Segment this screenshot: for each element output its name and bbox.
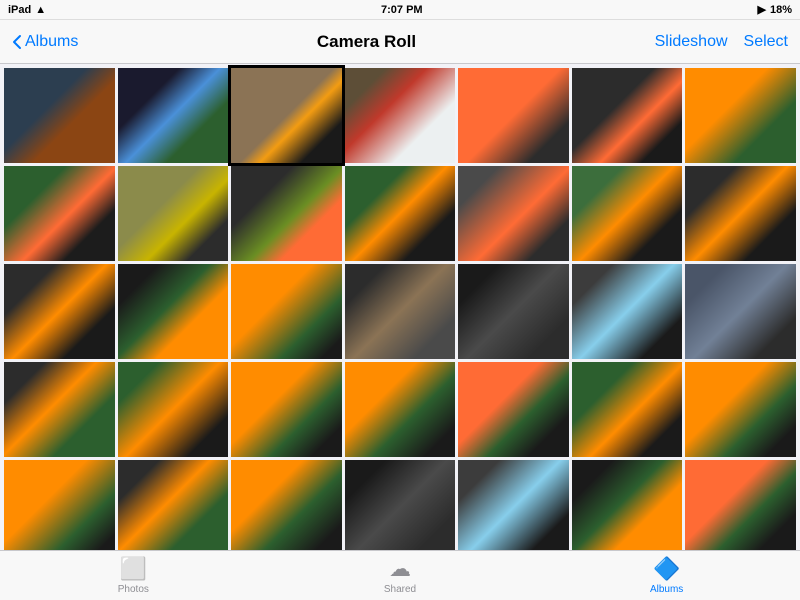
photo-thumbnail[interactable] bbox=[572, 264, 683, 359]
photo-thumbnail[interactable] bbox=[4, 362, 115, 457]
photo-thumbnail[interactable] bbox=[458, 362, 569, 457]
grid-row-1 bbox=[4, 166, 796, 261]
tab-shared-label: Shared bbox=[384, 584, 416, 595]
tab-photos-label: Photos bbox=[118, 584, 149, 595]
photo-thumbnail[interactable] bbox=[685, 68, 796, 163]
grid-row-2 bbox=[4, 264, 796, 359]
status-bar: iPad ▲ 7:07 PM ▶ 18% bbox=[0, 0, 800, 20]
grid-row-0 bbox=[4, 68, 796, 163]
photo-thumbnail[interactable] bbox=[4, 166, 115, 261]
photo-thumbnail[interactable] bbox=[4, 68, 115, 163]
photo-thumbnail[interactable] bbox=[572, 460, 683, 550]
tab-shared[interactable]: ☁ Shared bbox=[360, 556, 440, 595]
photo-grid bbox=[0, 64, 800, 550]
tab-albums-label: Albums bbox=[650, 584, 683, 595]
status-left: iPad ▲ bbox=[8, 4, 46, 16]
page-title: Camera Roll bbox=[317, 32, 416, 52]
photo-thumbnail[interactable] bbox=[231, 362, 342, 457]
photo-thumbnail[interactable] bbox=[458, 166, 569, 261]
photo-thumbnail[interactable] bbox=[118, 460, 229, 550]
grid-row-3 bbox=[4, 362, 796, 457]
grid-row-4 bbox=[4, 460, 796, 550]
battery-arrow: ▶ bbox=[757, 3, 765, 16]
battery-label: 18% bbox=[770, 4, 792, 16]
tab-bar: ⬜ Photos ☁ Shared 🔷 Albums bbox=[0, 550, 800, 600]
photo-thumbnail[interactable] bbox=[4, 460, 115, 550]
wifi-icon: ▲ bbox=[35, 4, 46, 16]
photo-thumbnail[interactable] bbox=[685, 264, 796, 359]
photo-thumbnail[interactable] bbox=[118, 264, 229, 359]
carrier-label: iPad bbox=[8, 4, 31, 16]
photo-thumbnail[interactable] bbox=[458, 264, 569, 359]
photo-thumbnail[interactable] bbox=[685, 460, 796, 550]
photo-thumbnail[interactable] bbox=[231, 166, 342, 261]
photo-thumbnail[interactable] bbox=[345, 362, 456, 457]
photo-thumbnail[interactable] bbox=[458, 68, 569, 163]
photo-thumbnail[interactable] bbox=[572, 68, 683, 163]
back-button[interactable]: Albums bbox=[12, 33, 78, 51]
photo-thumbnail[interactable] bbox=[118, 166, 229, 261]
tab-photos[interactable]: ⬜ Photos bbox=[93, 556, 173, 595]
photos-icon: ⬜ bbox=[120, 556, 147, 582]
status-right: ▶ 18% bbox=[757, 3, 792, 16]
photo-thumbnail[interactable] bbox=[118, 362, 229, 457]
photo-thumbnail[interactable] bbox=[572, 166, 683, 261]
nav-actions: Slideshow Select bbox=[655, 33, 788, 51]
time-label: 7:07 PM bbox=[381, 4, 423, 16]
photo-thumbnail[interactable] bbox=[345, 68, 456, 163]
photo-thumbnail[interactable] bbox=[685, 166, 796, 261]
back-label: Albums bbox=[25, 33, 78, 51]
photo-thumbnail[interactable] bbox=[4, 264, 115, 359]
slideshow-button[interactable]: Slideshow bbox=[655, 33, 728, 51]
tab-albums[interactable]: 🔷 Albums bbox=[627, 556, 707, 595]
photo-thumbnail[interactable] bbox=[572, 362, 683, 457]
photo-thumbnail[interactable] bbox=[118, 68, 229, 163]
photo-thumbnail[interactable] bbox=[231, 264, 342, 359]
nav-bar: Albums Camera Roll Slideshow Select bbox=[0, 20, 800, 64]
albums-icon: 🔷 bbox=[653, 556, 680, 582]
select-button[interactable]: Select bbox=[744, 33, 788, 51]
photo-thumbnail[interactable] bbox=[458, 460, 569, 550]
photo-thumbnail[interactable] bbox=[345, 460, 456, 550]
photo-thumbnail[interactable] bbox=[345, 166, 456, 261]
photo-thumbnail[interactable] bbox=[345, 264, 456, 359]
photo-thumbnail[interactable] bbox=[231, 68, 342, 163]
photo-thumbnail[interactable] bbox=[685, 362, 796, 457]
shared-icon: ☁ bbox=[389, 556, 411, 582]
photo-thumbnail[interactable] bbox=[231, 460, 342, 550]
